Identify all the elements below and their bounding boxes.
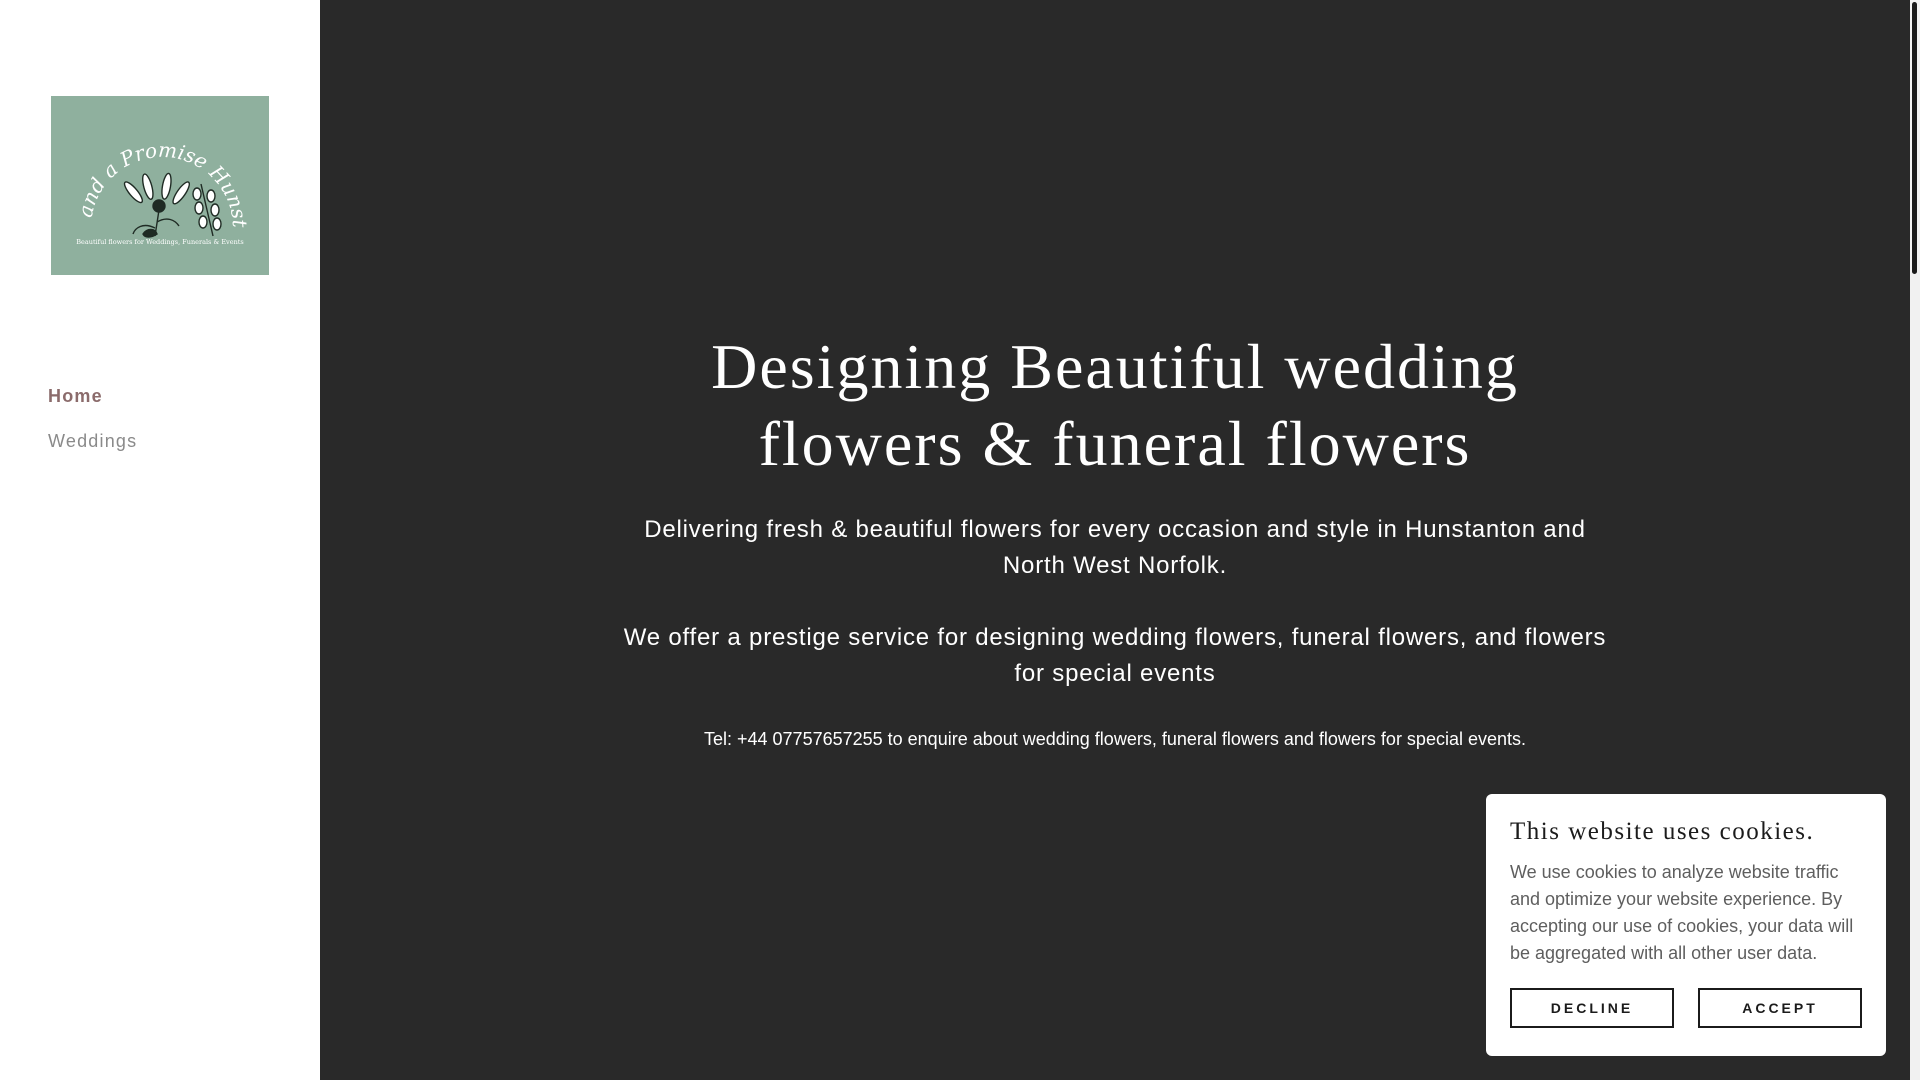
hero-heading-line-2: flowers & funeral flowers xyxy=(758,408,1472,479)
hero-content: Designing Beautiful wedding flowers & fu… xyxy=(620,328,1610,752)
site-logo[interactable]: Petals and a Promise Hunstanton xyxy=(51,96,269,275)
nav-item-home[interactable]: Home xyxy=(48,384,137,408)
svg-text:Petals and a Promise Hunstanto: Petals and a Promise Hunstanton xyxy=(51,96,252,229)
cookie-banner-text: We use cookies to analyze website traffi… xyxy=(1510,862,1854,963)
logo-tagline: Beautiful flowers for Weddings, Funerals… xyxy=(76,238,243,246)
decline-button[interactable]: DECLINE xyxy=(1510,988,1674,1028)
hero-heading: Designing Beautiful wedding flowers & fu… xyxy=(620,328,1610,482)
logo-title: Petals and a Promise Hunstanton xyxy=(51,96,252,229)
cookie-banner-actions: DECLINE ACCEPT xyxy=(1510,988,1862,1028)
nav-item-weddings[interactable]: Weddings xyxy=(48,429,137,453)
hero-heading-line-1: Designing Beautiful wedding xyxy=(711,331,1519,402)
hero-service-description: We offer a prestige service for designin… xyxy=(623,624,1607,687)
scrollbar-thumb[interactable] xyxy=(1912,2,1917,274)
logo-graphic: Petals and a Promise Hunstanton xyxy=(51,96,252,246)
cookie-consent-banner: This website uses cookies. We use cookie… xyxy=(1486,794,1886,1056)
cookie-banner-title: This website uses cookies. xyxy=(1510,818,1815,845)
page-scrollbar[interactable] xyxy=(1910,0,1920,1080)
main-navigation: Home Weddings xyxy=(48,384,137,474)
accept-button[interactable]: ACCEPT xyxy=(1698,988,1862,1028)
page: Petals and a Promise Hunstanton xyxy=(0,0,1920,1080)
hero-telephone-line: Tel: +44 07757657255 to enquire about we… xyxy=(703,729,1526,749)
sidebar: Petals and a Promise Hunstanton xyxy=(0,0,320,1080)
hero-subtitle: Delivering fresh & beautiful flowers for… xyxy=(644,516,1586,579)
